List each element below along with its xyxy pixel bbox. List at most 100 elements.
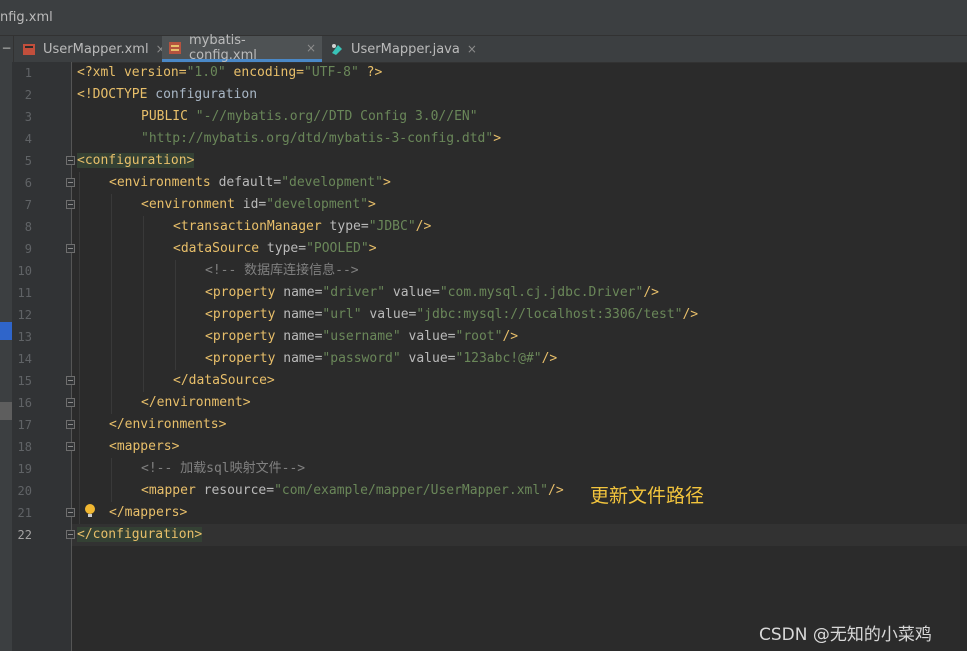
- attr-name: name=: [275, 329, 323, 344]
- attr-name: value=: [400, 329, 456, 344]
- fold-toggle-icon[interactable]: [66, 156, 75, 165]
- code-line-21[interactable]: </mappers>: [109, 502, 187, 524]
- lightbulb-icon[interactable]: [84, 503, 96, 519]
- code-line-4[interactable]: "http://mybatis.org/dtd/mybatis-3-config…: [141, 128, 501, 150]
- code-line-18[interactable]: <mappers>: [109, 436, 179, 458]
- line-number: 7: [24, 198, 32, 212]
- attr-name: value=: [361, 307, 417, 322]
- tab-usermapper-xml[interactable]: UserMapper.xml ×: [16, 36, 166, 62]
- java-interface-icon: [330, 42, 344, 56]
- line-number: 17: [17, 418, 32, 432]
- tab-label: mybatis-config.xml: [189, 32, 257, 63]
- window-title-bar: nfig.xml: [0, 0, 967, 36]
- attr-value: "root": [455, 329, 503, 344]
- line-number: 14: [17, 352, 32, 366]
- fold-toggle-icon[interactable]: [66, 244, 75, 253]
- code-line-2[interactable]: <!DOCTYPE configuration: [77, 84, 257, 106]
- close-icon[interactable]: ×: [467, 42, 477, 56]
- fold-toggle-icon[interactable]: [66, 530, 75, 539]
- indent-guide: [111, 458, 112, 502]
- public-keyword: PUBLIC: [141, 109, 188, 124]
- current-line-highlight: [72, 524, 967, 546]
- code-line-9[interactable]: <dataSource type="POOLED">: [173, 238, 377, 260]
- tag-name: </mappers>: [109, 505, 188, 520]
- close-icon[interactable]: ×: [306, 41, 316, 55]
- code-line-13[interactable]: <property name="username" value="root"/>: [205, 326, 518, 348]
- tag-name: <property: [205, 307, 276, 322]
- fold-toggle-icon[interactable]: [66, 508, 75, 517]
- code-line-22[interactable]: </configuration>: [77, 524, 203, 546]
- tag-name: <property: [205, 329, 276, 344]
- watermark: CSDN @无知的小菜鸡: [759, 625, 932, 645]
- tag-name: <environments: [109, 175, 211, 190]
- line-number: 8: [24, 220, 32, 234]
- attr-name: name=: [275, 285, 323, 300]
- code-line-11[interactable]: <property name="driver" value="com.mysql…: [205, 282, 659, 304]
- system-id: "http://mybatis.org/dtd/mybatis-3-config…: [141, 131, 494, 146]
- attr-value: "username": [322, 329, 401, 344]
- line-number: 20: [17, 484, 32, 498]
- code-line-3[interactable]: PUBLIC "-//mybatis.org//DTD Config 3.0//…: [141, 106, 478, 128]
- line-number: 16: [17, 396, 32, 410]
- attr-value: "com/example/mapper/UserMapper.xml": [274, 483, 549, 498]
- tab-usermapper-java[interactable]: UserMapper.java ×: [324, 36, 477, 62]
- line-number: 1: [24, 66, 32, 80]
- xml-file-icon: [22, 42, 36, 56]
- code-line-17[interactable]: </environments>: [109, 414, 226, 436]
- fold-toggle-icon[interactable]: [66, 178, 75, 187]
- line-number: 6: [24, 176, 32, 190]
- fold-toggle-icon[interactable]: [66, 376, 75, 385]
- attr-value: "driver": [322, 285, 386, 300]
- code-line-12[interactable]: <property name="url" value="jdbc:mysql:/…: [205, 304, 698, 326]
- code-line-1[interactable]: <?xml version="1.0" encoding="UTF-8" ?>: [77, 62, 382, 84]
- attr-value: "jdbc:mysql://localhost:3306/test": [416, 307, 683, 322]
- line-number: 18: [17, 440, 32, 454]
- code-line-19[interactable]: <!-- 加载sql映射文件-->: [141, 458, 305, 480]
- code-line-6[interactable]: <environments default="development">: [109, 172, 391, 194]
- fold-toggle-icon[interactable]: [66, 442, 75, 451]
- code-line-20[interactable]: <mapper resource="com/example/mapper/Use…: [141, 480, 564, 502]
- line-number: 3: [24, 110, 32, 124]
- attr-name: type=: [321, 219, 369, 234]
- line-number: 12: [17, 308, 32, 322]
- annotation-note: 更新文件路径: [590, 485, 705, 507]
- tag-close: >: [368, 241, 377, 256]
- code-line-14[interactable]: <property name="password" value="123abc!…: [205, 348, 557, 370]
- tag-name: <mappers>: [109, 439, 180, 454]
- tag-configuration-open: <configuration>: [77, 153, 195, 168]
- mybatis-config-file-icon: [168, 41, 182, 55]
- code-line-16[interactable]: </environment>: [141, 392, 251, 414]
- line-number: 10: [17, 264, 32, 278]
- code-line-7[interactable]: <environment id="development">: [141, 194, 376, 216]
- fold-toggle-icon[interactable]: [66, 398, 75, 407]
- tag-close: >: [367, 197, 376, 212]
- line-number: 19: [17, 462, 32, 476]
- attr-name: resource=: [195, 483, 275, 498]
- tag-name: <environment: [141, 197, 235, 212]
- indent-guide: [175, 260, 176, 370]
- code-line-5[interactable]: <configuration>: [77, 150, 195, 172]
- attr-name: value=: [400, 351, 456, 366]
- public-id: "-//mybatis.org//DTD Config 3.0//EN": [187, 109, 478, 124]
- tag-name: </environment>: [141, 395, 251, 410]
- line-number-current: 22: [17, 528, 32, 542]
- tab-mybatis-config-xml[interactable]: mybatis-config.xml ×: [162, 32, 322, 63]
- code-line-15[interactable]: </dataSource>: [173, 370, 275, 392]
- fold-toggle-icon[interactable]: [66, 420, 75, 429]
- attr-name: name=: [275, 307, 323, 322]
- code-line-8[interactable]: <transactionManager type="JDBC"/>: [173, 216, 431, 238]
- tab-scroll-button[interactable]: −: [0, 36, 14, 62]
- tag-name: </dataSource>: [173, 373, 275, 388]
- project-item-marker: [0, 402, 12, 420]
- editor-tab-bar: − UserMapper.xml × mybatis-config.xml × …: [0, 32, 967, 63]
- doctype-name: configuration: [147, 87, 258, 102]
- code-line-10[interactable]: <!-- 数据库连接信息-->: [205, 260, 359, 282]
- fold-toggle-icon[interactable]: [66, 200, 75, 209]
- line-number: 15: [17, 374, 32, 388]
- tag-close: />: [643, 285, 659, 300]
- line-number: 5: [24, 154, 32, 168]
- tab-label: UserMapper.java: [351, 41, 460, 57]
- attr-value: "com.mysql.cj.jdbc.Driver": [439, 285, 644, 300]
- tag-name: <transactionManager: [173, 219, 322, 234]
- project-panel-edge: [0, 62, 12, 651]
